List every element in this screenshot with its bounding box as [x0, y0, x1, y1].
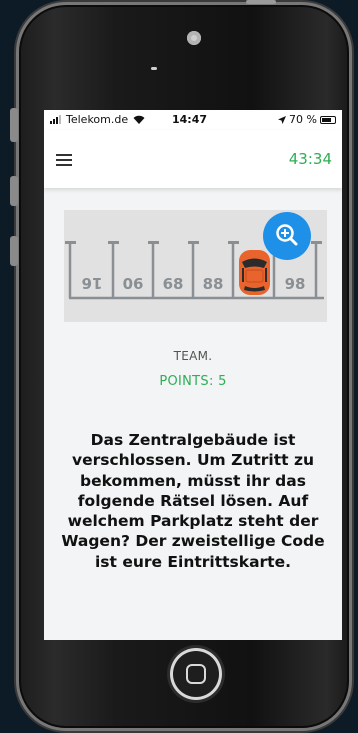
- countdown-timer: 43:34: [288, 150, 332, 168]
- carrier-name: Telekom.de: [66, 113, 129, 126]
- mute-switch: [10, 108, 18, 142]
- hamburger-menu-icon[interactable]: [56, 154, 72, 166]
- location-arrow-icon: [278, 115, 287, 124]
- zoom-button[interactable]: [263, 212, 311, 260]
- spot-number: 16: [82, 274, 103, 292]
- home-button-icon: [186, 664, 206, 684]
- volume-up-button: [10, 176, 18, 206]
- zoom-in-icon: [276, 224, 298, 246]
- spot-number: 88: [203, 275, 224, 293]
- sensor: [151, 67, 157, 70]
- status-bar: Telekom.de 14:47 70 %: [44, 110, 342, 130]
- spot-number: 06: [123, 275, 144, 293]
- status-time: 14:47: [172, 113, 208, 126]
- battery-percent: 70 %: [289, 113, 317, 126]
- team-name: TEAM.: [173, 349, 213, 363]
- status-right: 70 %: [278, 113, 336, 126]
- power-button: [246, 0, 276, 4]
- wifi-icon: [133, 115, 145, 124]
- signal-icon: [50, 115, 61, 124]
- front-camera: [187, 31, 201, 45]
- spot-number: 68: [163, 275, 184, 293]
- spot-number: 98: [285, 275, 306, 293]
- volume-down-button: [10, 236, 18, 266]
- riddle-text: Das Zentralgebäude ist verschlossen. Um …: [61, 431, 325, 571]
- team-points: POINTS: 5: [159, 374, 227, 389]
- battery-icon: [320, 115, 336, 124]
- app-bar: 43:34: [44, 130, 342, 188]
- status-left: Telekom.de: [50, 113, 145, 126]
- app-screen: Telekom.de 14:47 70 % 43:34 16 06 68 88 …: [44, 110, 342, 640]
